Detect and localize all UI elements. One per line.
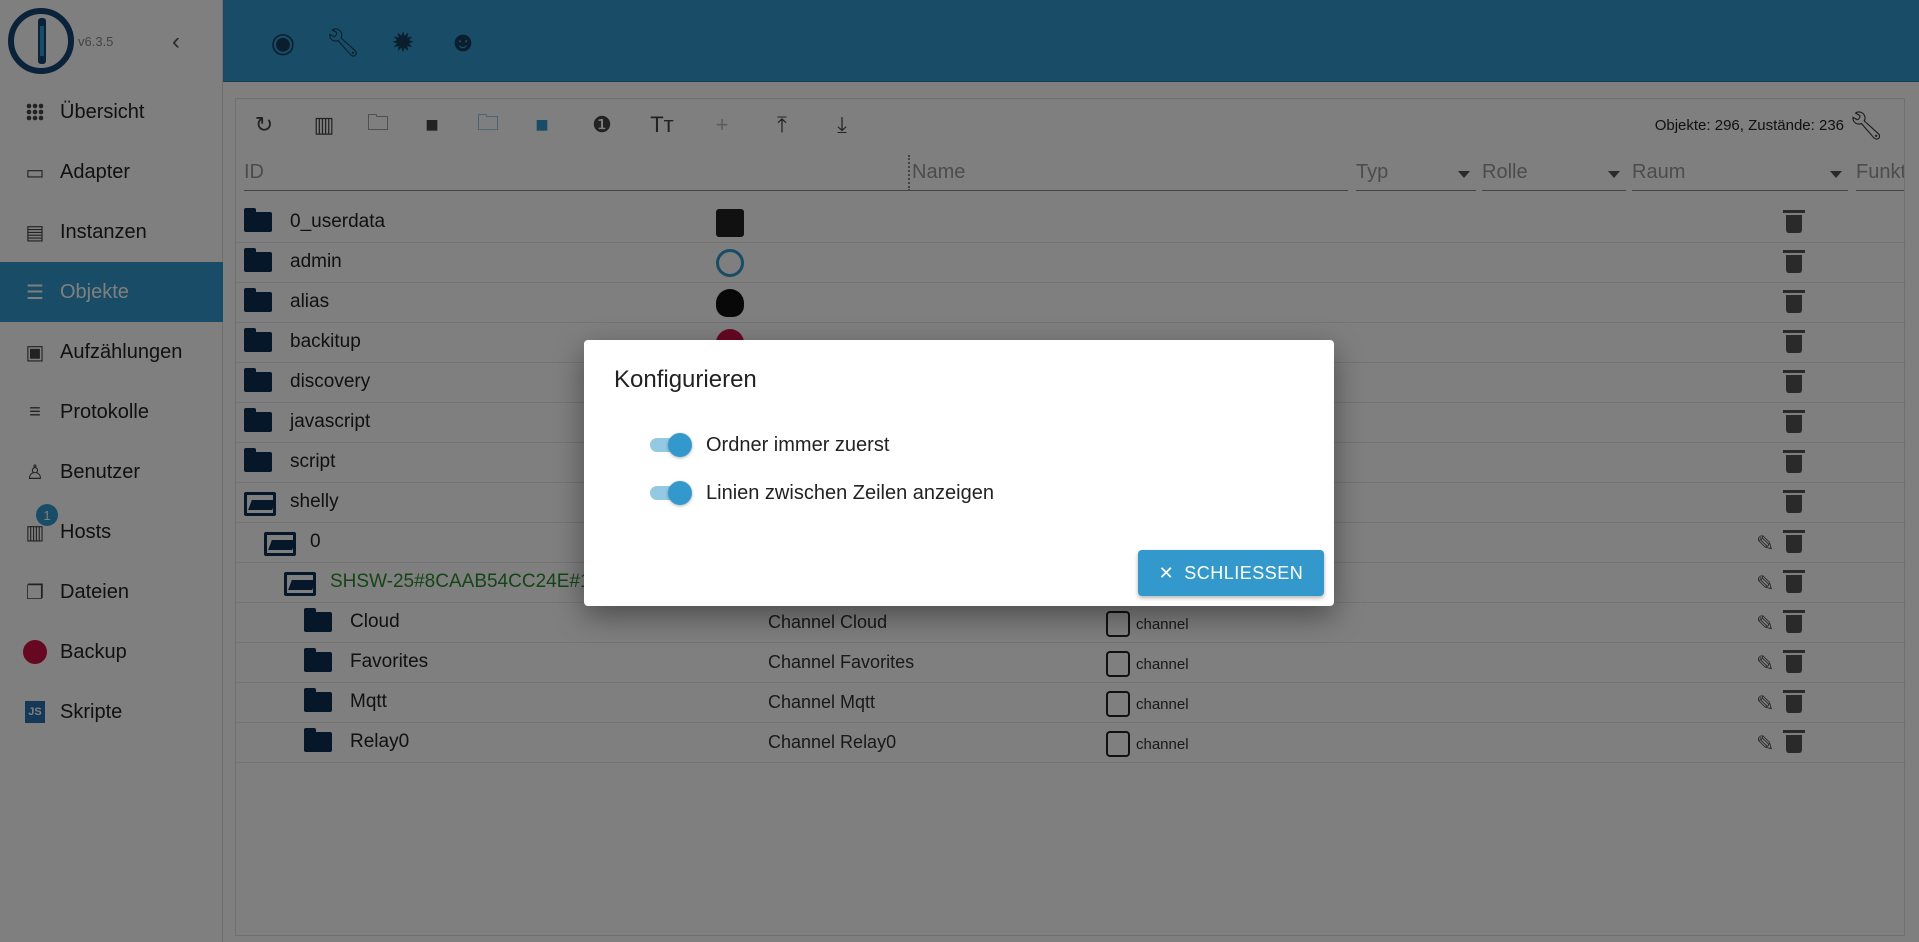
dialog-title: Konfigurieren [614,366,757,393]
close-button[interactable]: ✕ SCHLIESSEN [1138,550,1324,596]
row-lines-toggle[interactable] [648,480,694,506]
configure-dialog: Konfigurieren Ordner immer zuerst Linien… [584,340,1334,606]
folders-first-toggle[interactable] [648,432,694,458]
row-lines-label: Linien zwischen Zeilen anzeigen [706,482,994,504]
close-button-label: SCHLIESSEN [1184,562,1304,583]
folders-first-label: Ordner immer zuerst [706,434,890,456]
close-icon: ✕ [1158,562,1175,583]
